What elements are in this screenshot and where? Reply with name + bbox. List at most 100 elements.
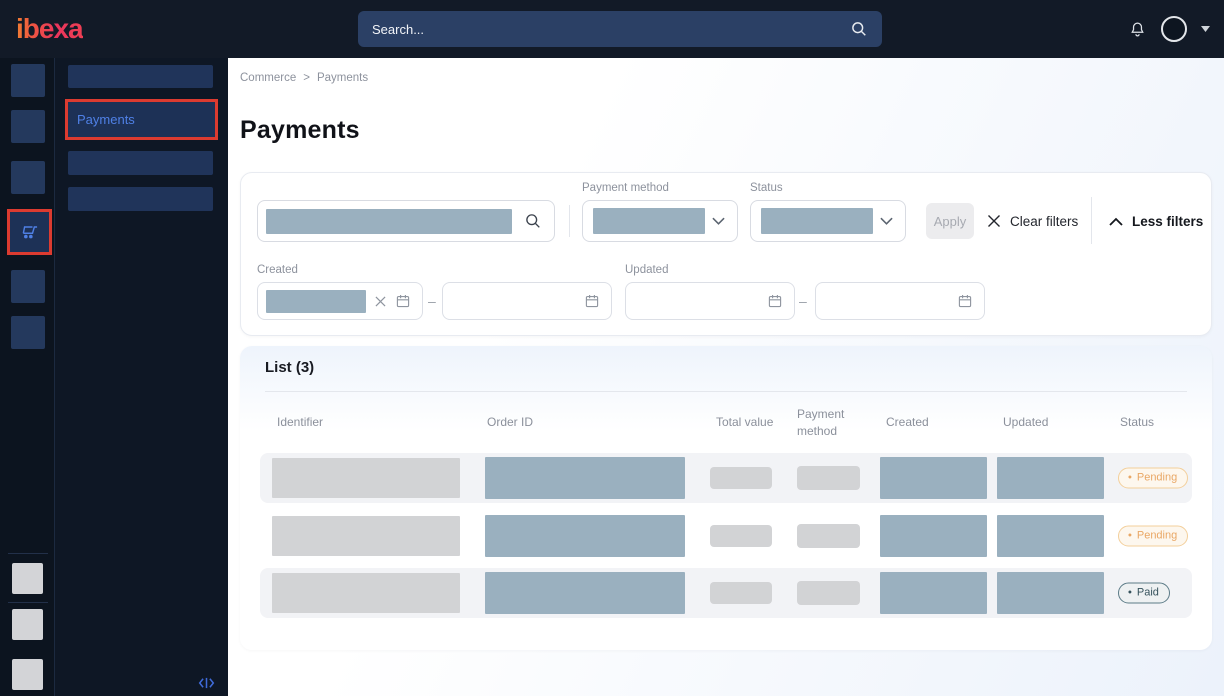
less-filters-label: Less filters — [1132, 214, 1203, 229]
sidebar-item-payments-active[interactable]: Payments — [65, 99, 218, 140]
redacted-total-value-cell — [710, 467, 772, 489]
badge-label: Pending — [1137, 472, 1177, 484]
rail-divider — [8, 602, 48, 603]
calendar-icon[interactable] — [957, 293, 973, 309]
column-header-updated: Updated — [1003, 414, 1048, 431]
redacted-created-cell — [880, 515, 987, 557]
table-row[interactable]: • Pending — [260, 453, 1192, 503]
secondary-sidebar: Payments — [55, 58, 228, 696]
redacted-identifier-cell — [272, 573, 460, 613]
redacted-updated-cell — [997, 515, 1104, 557]
updated-to-date-input[interactable] — [815, 282, 985, 320]
redacted-created-cell — [880, 457, 987, 499]
status-badge: • Pending — [1118, 526, 1188, 547]
redacted-order-id-cell — [485, 457, 685, 499]
status-badge: • Paid — [1118, 583, 1170, 604]
app-root: ibexa — [0, 0, 1224, 696]
less-filters-button[interactable]: Less filters — [1109, 203, 1203, 239]
badge-dot: • — [1128, 472, 1132, 484]
clear-date-x-icon[interactable] — [375, 296, 386, 307]
filter-search-input[interactable] — [257, 200, 555, 242]
rail-item-redacted[interactable] — [11, 110, 45, 143]
status-select[interactable] — [750, 200, 906, 242]
column-header-created: Created — [886, 414, 929, 431]
payment-method-label: Payment method — [582, 182, 669, 194]
updated-label: Updated — [625, 264, 668, 276]
search-icon[interactable] — [850, 20, 868, 38]
chevron-down-icon — [880, 217, 893, 225]
page-title: Payments — [240, 116, 360, 145]
column-header-identifier: Identifier — [277, 414, 323, 431]
breadcrumb: Commerce > Payments — [240, 72, 368, 84]
user-avatar[interactable] — [1161, 16, 1187, 42]
redacted-search-value — [266, 209, 512, 234]
created-label: Created — [257, 264, 298, 276]
rail-item-bottom-redacted[interactable] — [12, 659, 43, 690]
redacted-date-value — [266, 290, 366, 313]
date-range-separator: – — [428, 293, 436, 309]
table-row[interactable]: • Paid — [260, 568, 1192, 618]
sidebar-item-redacted[interactable] — [68, 187, 213, 211]
global-search-input[interactable] — [372, 22, 850, 37]
redacted-updated-cell — [997, 572, 1104, 614]
icon-rail — [0, 58, 55, 696]
date-range-separator: – — [799, 293, 807, 309]
rail-divider — [8, 553, 48, 554]
status-badge: • Pending — [1118, 468, 1188, 489]
apply-button[interactable]: Apply — [926, 203, 974, 239]
list-title: List (3) — [265, 359, 314, 376]
redacted-order-id-cell — [485, 515, 685, 557]
redacted-total-value-cell — [710, 582, 772, 604]
column-header-order-id: Order ID — [487, 414, 533, 431]
rail-item-bottom-redacted[interactable] — [12, 563, 43, 594]
breadcrumb-commerce[interactable]: Commerce — [240, 72, 296, 84]
sidebar-item-redacted[interactable] — [68, 151, 213, 175]
badge-label: Paid — [1137, 587, 1159, 599]
topbar-actions — [1128, 0, 1210, 58]
filter-divider — [569, 205, 570, 237]
breadcrumb-payments[interactable]: Payments — [317, 72, 368, 84]
sidebar-item-redacted[interactable] — [68, 65, 213, 88]
created-to-date-input[interactable] — [442, 282, 612, 320]
notifications-bell-icon[interactable] — [1128, 20, 1147, 39]
payment-method-select[interactable] — [582, 200, 738, 242]
rail-item-redacted[interactable] — [11, 270, 45, 303]
calendar-icon[interactable] — [767, 293, 783, 309]
topbar: ibexa — [0, 0, 1224, 58]
chevron-down-icon — [712, 217, 725, 225]
breadcrumb-separator: > — [303, 72, 310, 84]
updated-from-date-input[interactable] — [625, 282, 795, 320]
user-menu-caret-icon[interactable] — [1201, 26, 1210, 32]
rail-item-redacted[interactable] — [11, 161, 45, 194]
search-icon[interactable] — [524, 212, 542, 230]
redacted-created-cell — [880, 572, 987, 614]
rail-item-redacted[interactable] — [11, 64, 45, 97]
status-label: Status — [750, 182, 783, 194]
rail-item-commerce-active[interactable] — [7, 209, 52, 255]
calendar-icon[interactable] — [584, 293, 600, 309]
badge-dot: • — [1128, 587, 1132, 599]
brand-logo[interactable]: ibexa — [16, 13, 83, 45]
clear-filters-label: Clear filters — [1010, 214, 1078, 229]
sidebar-collapse-icon[interactable] — [198, 676, 215, 690]
global-search[interactable] — [358, 11, 882, 47]
redacted-select-value — [593, 208, 705, 234]
redacted-identifier-cell — [272, 458, 460, 498]
badge-dot: • — [1128, 530, 1132, 542]
redacted-payment-method-cell — [797, 524, 860, 548]
column-header-payment-method: Payment method — [797, 406, 851, 440]
redacted-updated-cell — [997, 457, 1104, 499]
column-header-status: Status — [1120, 414, 1154, 431]
calendar-icon[interactable] — [395, 293, 411, 309]
sidebar-item-label: Payments — [77, 112, 135, 127]
main-content: Commerce > Payments Payments Payment met… — [228, 58, 1224, 696]
rail-item-redacted[interactable] — [11, 316, 45, 349]
created-from-date-input[interactable] — [257, 282, 423, 320]
rail-item-bottom-redacted[interactable] — [12, 609, 43, 640]
shopping-cart-icon — [20, 222, 40, 242]
redacted-order-id-cell — [485, 572, 685, 614]
table-row[interactable]: • Pending — [260, 511, 1192, 561]
redacted-identifier-cell — [272, 516, 460, 556]
column-header-total-value: Total value — [716, 414, 773, 431]
clear-filters-button[interactable]: Clear filters — [987, 203, 1078, 239]
